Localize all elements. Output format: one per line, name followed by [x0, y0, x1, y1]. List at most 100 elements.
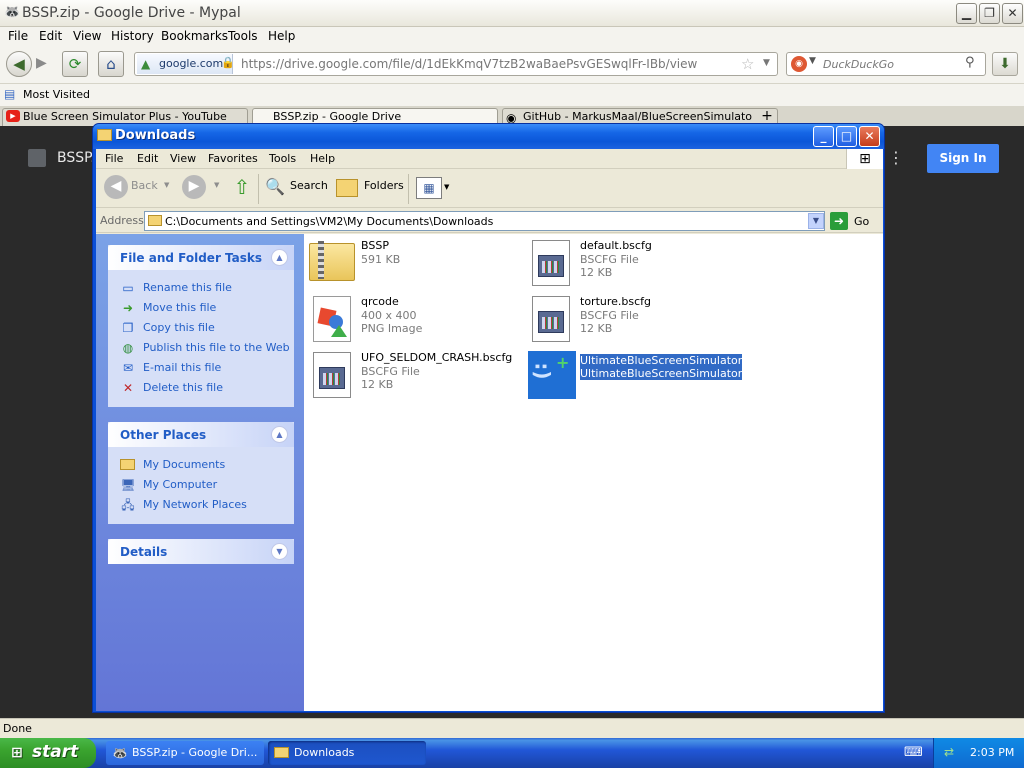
browser-menu-file[interactable]: File [8, 29, 28, 43]
system-tray: ⇄ 2:03 PM [933, 738, 1024, 768]
task-label: Rename this file [143, 281, 232, 294]
search-field[interactable]: ◉ ▼ DuckDuckGo ⚲ [786, 52, 986, 76]
explorer-task-pane: File and Folder Tasks ▲ ▭ Rename this fi… [96, 234, 304, 711]
explorer-window-title: Downloads [115, 128, 196, 143]
details-header[interactable]: Details ▼ [108, 539, 294, 564]
taskbar-item-browser[interactable]: 🦝 BSSP.zip - Google Dri... [106, 741, 264, 765]
search-engine-dropdown-icon[interactable]: ▼ [809, 56, 816, 66]
search-icon[interactable]: ⚲ [965, 55, 975, 70]
browser-close-button[interactable]: ✕ [1002, 3, 1023, 24]
computer-icon: 🖥 [120, 478, 136, 492]
keyboard-icon[interactable]: ⌨ [904, 745, 923, 760]
mypal-logo-icon: 🦝 [4, 5, 21, 20]
browser-menu-tools[interactable]: Tools [228, 29, 258, 43]
address-dropdown-icon[interactable]: ▼ [808, 213, 824, 229]
task-label: Move this file [143, 301, 217, 314]
explorer-minimize-button[interactable]: _ [813, 126, 834, 147]
file-size: 12 KB [361, 378, 394, 391]
back-arrow-icon[interactable]: ◀ [104, 175, 128, 199]
panel-title: File and Folder Tasks [120, 251, 263, 265]
file-type: BSCFG File [580, 309, 639, 322]
duckduckgo-icon: ◉ [791, 56, 807, 72]
explorer-maximize-button[interactable]: □ [836, 126, 857, 147]
explorer-menu-help[interactable]: Help [310, 152, 335, 165]
explorer-window: Downloads _ □ ✕ File Edit View Favorites… [92, 123, 885, 713]
search-button-label[interactable]: Search [290, 179, 328, 192]
browser-window-title: BSSP.zip - Google Drive - Mypal [22, 5, 241, 21]
browser-menu-view[interactable]: View [73, 29, 101, 43]
file-item-torture-bscfg[interactable]: torture.bscfg BSCFG File 12 KB [528, 295, 748, 349]
browser-titlebar: 🦝 BSSP.zip - Google Drive - Mypal ▁ ❐ ✕ [0, 0, 1024, 27]
go-arrow-icon[interactable]: ➜ [830, 212, 848, 230]
forward-history-dropdown-icon[interactable]: ▼ [214, 181, 219, 189]
browser-menubar: File Edit View History Bookmarks Tools H… [0, 27, 1024, 46]
task-label: Delete this file [143, 381, 223, 394]
more-options-icon[interactable]: ⋮ [888, 150, 904, 166]
collapse-chevron-icon[interactable]: ▲ [271, 426, 288, 443]
place-label: My Computer [143, 478, 218, 491]
explorer-close-button[interactable]: ✕ [859, 126, 880, 147]
folder-icon [97, 129, 112, 141]
home-icon[interactable]: ⌂ [98, 51, 124, 77]
go-button-label[interactable]: Go [854, 215, 869, 228]
file-item-qrcode[interactable]: qrcode 400 x 400 PNG Image [309, 295, 529, 349]
task-label: Publish this file to the Web [143, 341, 290, 354]
expand-chevron-icon[interactable]: ▼ [271, 543, 288, 560]
back-arrow-icon[interactable]: ◀ [6, 51, 32, 77]
file-item-default-bscfg[interactable]: default.bscfg BSCFG File 12 KB [528, 239, 748, 293]
other-places-panel: Other Places ▲ My Documents 🖥 My Compute… [108, 422, 294, 524]
search-placeholder: DuckDuckGo [823, 58, 894, 71]
sign-in-button[interactable]: Sign In [927, 144, 999, 173]
file-item-ultimate-bss-selected[interactable]: :) + UltimateBlueScreenSimulator Ultimat… [528, 351, 748, 405]
views-icon[interactable]: ▦ [416, 177, 442, 199]
collapse-chevron-icon[interactable]: ▲ [271, 249, 288, 266]
network-icon[interactable]: ⇄ [944, 745, 954, 759]
url-dropdown-icon[interactable]: ▼ [763, 58, 770, 68]
site-identity-chip[interactable]: ▲ google.com [137, 54, 233, 74]
explorer-titlebar[interactable]: Downloads _ □ ✕ [93, 124, 884, 149]
start-button[interactable]: ⊞ start [0, 738, 96, 768]
tab-label: Blue Screen Simulator Plus - YouTube [23, 110, 227, 123]
explorer-menu-file[interactable]: File [105, 152, 123, 165]
rename-icon: ▭ [122, 281, 134, 295]
folders-button-label[interactable]: Folders [364, 179, 404, 192]
browser-menu-help[interactable]: Help [268, 29, 295, 43]
clock[interactable]: 2:03 PM [970, 746, 1014, 759]
file-name: UFO_SELDOM_CRASH.bscfg [361, 351, 513, 364]
download-arrow-icon[interactable]: ⬇ [992, 52, 1018, 76]
url-bar[interactable]: ▲ google.com 🔒 https://drive.google.com/… [134, 52, 778, 76]
search-icon[interactable]: 🔍 [264, 176, 286, 198]
explorer-menu-edit[interactable]: Edit [137, 152, 158, 165]
globe-icon: ◍ [122, 341, 134, 355]
views-dropdown-icon[interactable]: ▼ [444, 183, 449, 191]
explorer-menu-favorites[interactable]: Favorites [208, 152, 258, 165]
forward-arrow-icon[interactable]: ▶ [36, 55, 47, 71]
tab-label: GitHub - MarkusMaal/BlueScreenSimulato [523, 110, 753, 123]
bookmarks-toolbar: ▤ Most Visited [0, 84, 1024, 106]
file-item-ufo-seldom-crash[interactable]: UFO_SELDOM_CRASH.bscfg BSCFG File 12 KB [309, 351, 529, 405]
explorer-menubar: File Edit View Favorites Tools Help ⊞ [96, 149, 883, 169]
file-type: PNG Image [361, 322, 423, 335]
browser-minimize-button[interactable]: ▁ [956, 3, 977, 24]
bookmark-star-icon[interactable]: ☆ [741, 55, 754, 73]
toolbar-separator [258, 174, 259, 204]
forward-arrow-icon[interactable]: ▶ [182, 175, 206, 199]
explorer-menu-tools[interactable]: Tools [269, 152, 296, 165]
taskbar-item-downloads[interactable]: Downloads [268, 741, 426, 765]
folder-up-icon[interactable]: ⇧ [230, 175, 254, 199]
bookmark-most-visited[interactable]: Most Visited [23, 88, 90, 101]
browser-menu-edit[interactable]: Edit [39, 29, 62, 43]
browser-menu-bookmarks[interactable]: Bookmarks [161, 29, 228, 43]
other-places-header[interactable]: Other Places ▲ [108, 422, 294, 447]
reload-icon[interactable]: ⟳ [62, 51, 88, 77]
browser-menu-history[interactable]: History [111, 29, 154, 43]
address-field[interactable]: C:\Documents and Settings\VM2\My Documen… [144, 211, 825, 231]
browser-restore-button[interactable]: ❐ [979, 3, 1000, 24]
folders-icon[interactable] [336, 179, 358, 197]
explorer-menu-view[interactable]: View [170, 152, 196, 165]
file-item-bssp[interactable]: BSSP 591 KB [309, 239, 529, 293]
file-folder-tasks-header[interactable]: File and Folder Tasks ▲ [108, 245, 294, 270]
back-button-label[interactable]: Back [131, 179, 158, 192]
file-name: BSSP [361, 239, 389, 252]
back-history-dropdown-icon[interactable]: ▼ [164, 181, 169, 189]
